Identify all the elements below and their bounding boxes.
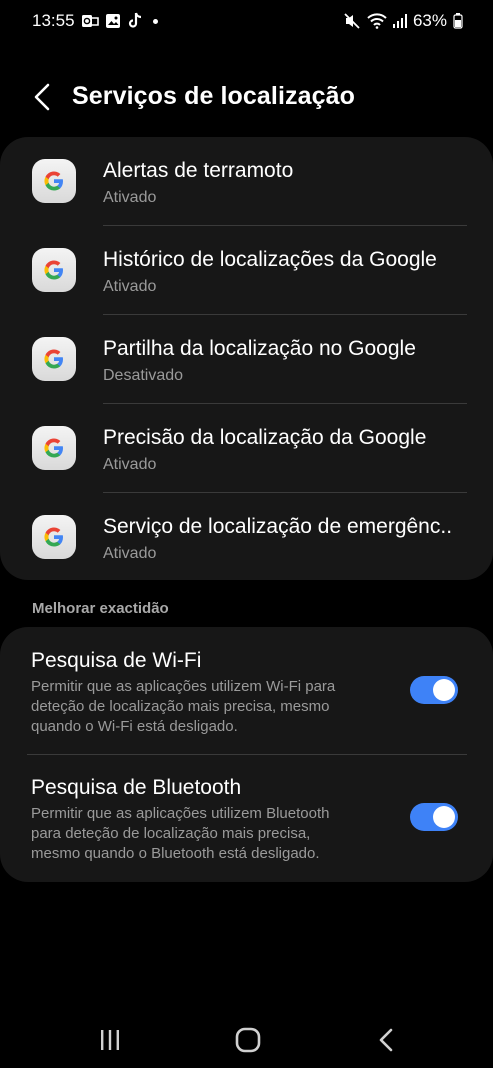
description-line: quando o Wi-Fi está desligado.	[31, 718, 238, 735]
wifi-icon	[367, 13, 387, 29]
service-title: Partilha da localização no Google	[103, 337, 416, 360]
google-icon	[32, 515, 76, 559]
gallery-notification-icon	[105, 13, 121, 29]
back-button[interactable]	[26, 80, 58, 114]
toggle-knob	[433, 679, 455, 701]
more-notifications-dot-icon	[152, 18, 158, 24]
recent-apps-icon	[101, 1030, 119, 1050]
back-nav-icon	[379, 1028, 393, 1052]
signal-icon	[392, 13, 407, 29]
bluetooth-scanning-item[interactable]: Pesquisa de Bluetooth Permitir que as ap…	[0, 755, 493, 882]
system-navigation-bar	[0, 1010, 493, 1068]
bluetooth-scanning-description: Permitir que as aplicações utilizem Blue…	[31, 804, 376, 864]
recent-apps-button[interactable]	[92, 1022, 128, 1058]
back-nav-button[interactable]	[368, 1022, 404, 1058]
battery-icon	[453, 13, 463, 29]
section-header: Melhorar exactidão	[32, 600, 169, 617]
toggle-knob	[433, 806, 455, 828]
service-status: Ativado	[103, 545, 157, 562]
home-button[interactable]	[228, 1020, 268, 1060]
page-title: Serviços de localização	[72, 82, 356, 110]
wifi-scanning-description: Permitir que as aplicações utilizem Wi-F…	[31, 677, 376, 737]
google-icon	[32, 159, 76, 203]
service-title: Alertas de terramoto	[103, 159, 294, 182]
service-title: Serviço de localização de emergênc..	[103, 515, 453, 538]
service-status: Desativado	[103, 367, 184, 384]
outlook-notification-icon	[81, 13, 99, 29]
home-icon	[235, 1027, 261, 1053]
mute-icon	[343, 12, 361, 30]
status-right: 63%	[343, 11, 463, 31]
location-services-list: Alertas de terramoto Ativado Histórico d…	[0, 137, 493, 580]
google-icon	[32, 248, 76, 292]
improve-accuracy-list: Pesquisa de Wi-Fi Permitir que as aplica…	[0, 627, 493, 882]
service-item-earthquake-alerts[interactable]: Alertas de terramoto Ativado	[0, 137, 493, 225]
service-title: Precisão da localização da Google	[103, 426, 427, 449]
service-item-location-history[interactable]: Histórico de localizações da Google Ativ…	[0, 226, 493, 314]
wifi-scanning-toggle[interactable]	[410, 676, 458, 704]
service-status: Ativado	[103, 456, 157, 473]
description-line: deteção de localização mais precisa, mes…	[31, 698, 330, 715]
service-status: Ativado	[103, 189, 157, 206]
status-bar: 13:55 63%	[0, 0, 493, 42]
description-line: para deteção de localização mais precisa…	[31, 825, 311, 842]
status-time: 13:55	[32, 11, 75, 30]
wifi-scanning-title: Pesquisa de Wi-Fi	[31, 649, 202, 672]
back-arrow-icon	[34, 83, 50, 111]
bluetooth-scanning-toggle[interactable]	[410, 803, 458, 831]
service-item-location-accuracy[interactable]: Precisão da localização da Google Ativad…	[0, 404, 493, 492]
description-line: Permitir que as aplicações utilizem Blue…	[31, 805, 330, 822]
google-icon	[32, 337, 76, 381]
app-bar: Serviços de localização	[0, 72, 493, 122]
google-icon	[32, 426, 76, 470]
description-line: Permitir que as aplicações utilizem Wi-F…	[31, 678, 336, 695]
tiktok-notification-icon	[127, 12, 143, 30]
battery-percent: 63%	[412, 11, 447, 30]
service-title: Histórico de localizações da Google	[103, 248, 437, 271]
service-item-location-sharing[interactable]: Partilha da localização no Google Desati…	[0, 315, 493, 403]
description-line: mesmo quando o Bluetooth está desligado.	[31, 845, 320, 862]
service-status: Ativado	[103, 278, 157, 295]
bluetooth-scanning-title: Pesquisa de Bluetooth	[31, 776, 242, 799]
wifi-scanning-item[interactable]: Pesquisa de Wi-Fi Permitir que as aplica…	[0, 627, 493, 754]
status-left: 13:55	[32, 11, 158, 31]
service-item-emergency-location[interactable]: Serviço de localização de emergênc.. Ati…	[0, 493, 493, 581]
